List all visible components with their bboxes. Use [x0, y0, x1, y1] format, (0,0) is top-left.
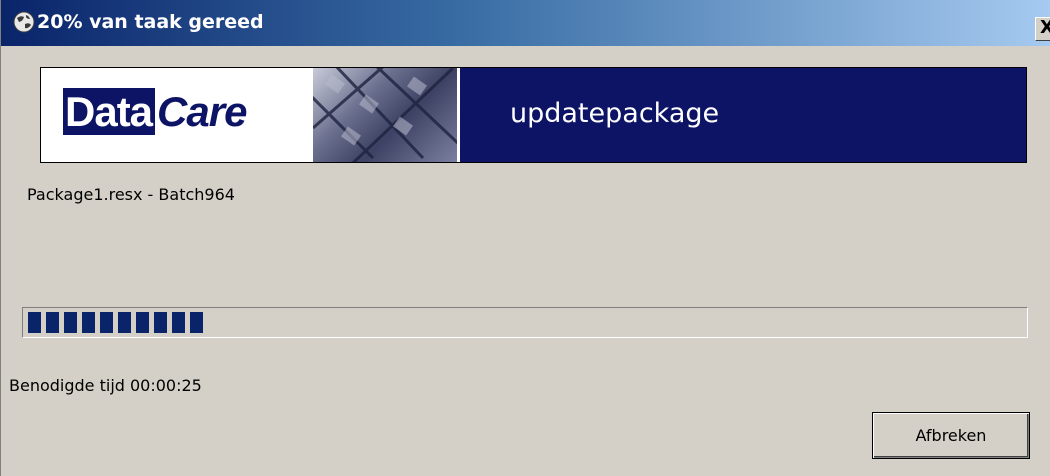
logo-care-text: Care — [157, 88, 247, 135]
app-globe-icon — [13, 11, 35, 33]
close-button[interactable]: X — [1035, 17, 1050, 41]
elapsed-time-label: Benodigde tijd 00:00:25 — [9, 376, 202, 395]
progress-dialog: 20% van taak gereed X Data Care updatepa… — [0, 0, 1050, 476]
progress-track — [28, 312, 1012, 333]
banner-title-area: updatepackage — [460, 68, 1026, 162]
progress-bar — [22, 307, 1028, 338]
datacare-logo: Data Care — [63, 88, 247, 136]
title-bar[interactable]: 20% van taak gereed X — [1, 0, 1050, 46]
keyboard-photo — [313, 68, 457, 162]
banner: Data Care updatepackage — [40, 67, 1027, 163]
cancel-button[interactable]: Afbreken — [872, 412, 1030, 459]
logo-area: Data Care — [41, 68, 313, 162]
progress-fill — [28, 312, 208, 333]
logo-data-text: Data — [63, 88, 156, 135]
package-label: Package1.resx - Batch964 — [27, 185, 235, 204]
window-title: 20% van taak gereed — [37, 11, 264, 33]
close-icon: X — [1040, 17, 1050, 38]
banner-title: updatepackage — [510, 98, 720, 129]
